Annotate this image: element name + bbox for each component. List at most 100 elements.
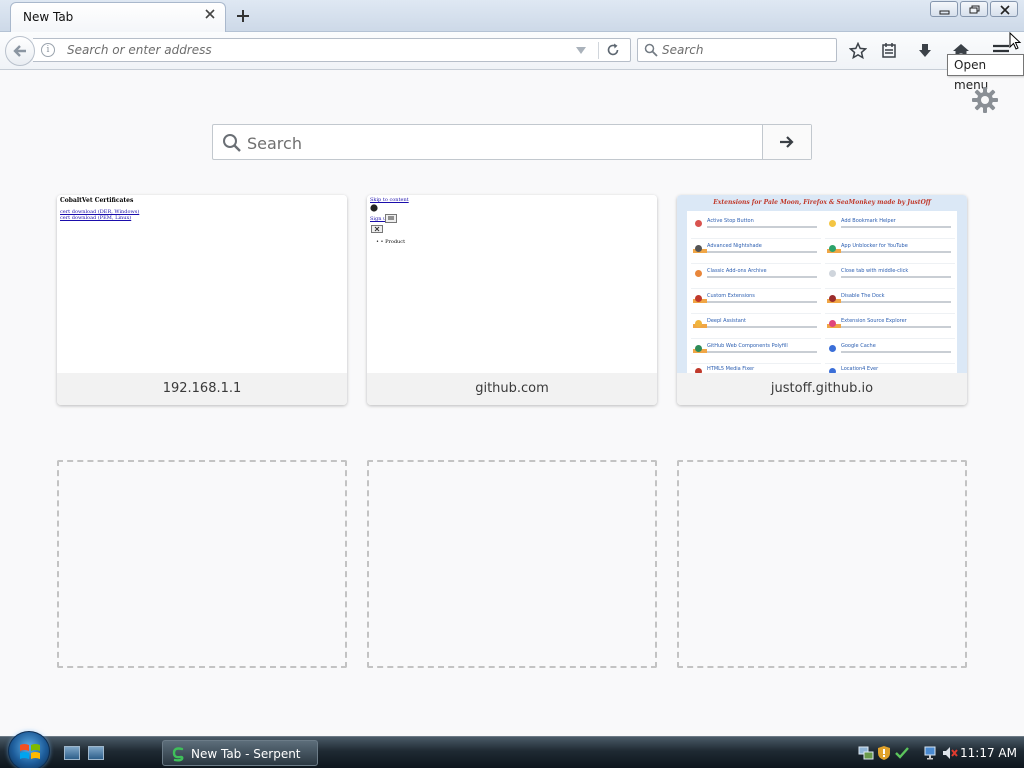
serpent-browser-icon [172,747,184,762]
bookmarks-menu-button[interactable] [878,40,900,62]
switch-windows-icon[interactable] [88,746,104,760]
addon-icon [829,270,836,277]
addon-desc [841,301,951,303]
taskbar-clock[interactable]: 11:17 AM [960,746,1017,760]
url-input[interactable] [67,40,567,60]
addon-desc [707,276,817,278]
addon-icon [695,320,702,327]
thumbnail-list-item: Close tab with middle-click [825,265,955,289]
close-icon[interactable] [203,9,217,23]
volume-muted-icon[interactable] [942,745,958,761]
addon-icon [829,320,836,327]
newtab-search-box[interactable] [212,124,812,160]
addon-name: Classic Add-ons Archive [707,268,767,274]
new-tab-button[interactable] [232,5,254,27]
security-shield-icon[interactable] [876,745,892,761]
tab-new-tab[interactable]: New Tab [10,2,226,32]
addon-desc [841,326,951,328]
addon-desc [707,251,817,253]
thumbnail-page: Extensions for Pale Moon, Firefox & SeaM… [677,195,967,375]
tile-label: 192.168.1.1 [57,373,347,405]
tab-strip: New Tab [0,0,1024,32]
addon-desc [707,226,817,228]
addon-name: Deepl Assistant [707,318,746,324]
thumbnail-title: Extensions for Pale Moon, Firefox & SeaM… [713,199,931,206]
window-controls [928,1,1018,17]
addon-icon [695,220,702,227]
thumbnail-list-item: Location4 Ever [825,363,955,375]
start-button[interactable] [8,731,50,768]
addon-icon [695,345,702,352]
thumbnail-list-item: Google Cache [825,340,955,364]
addon-desc [841,351,951,353]
network-icon[interactable] [858,745,874,761]
taskbar-item-serpent[interactable]: New Tab - Serpent [162,740,318,766]
addon-icon [695,245,702,252]
search-go-button[interactable] [762,125,811,159]
addon-name: HTML5 Media Fixer [707,366,755,372]
tile-label: github.com [367,373,657,405]
star-icon [849,42,867,60]
thumbnail-list-item: Extension Source Explorer [825,315,955,339]
top-site-tile[interactable]: Extensions for Pale Moon, Firefox & SeaM… [677,195,967,405]
minimize-button[interactable] [930,1,958,17]
tile-label: justoff.github.io [677,373,967,405]
menu-icon [385,214,397,223]
back-arrow-icon [13,45,26,57]
show-desktop-icon[interactable] [64,746,80,760]
thumbnail-list-item: GitHub Web Components Polyfill [691,340,821,364]
url-bar[interactable]: i [33,38,631,62]
addon-icon [695,295,702,302]
customize-gear-button[interactable] [971,86,999,118]
tile-thumbnail: Skip to content Sign up • • Product [367,195,657,373]
addon-desc [707,326,817,328]
bookmark-star-button[interactable] [847,40,869,62]
navigation-toolbar: i [0,32,1024,70]
addon-icon [695,270,702,277]
thumbnail-list-item: Custom Extensions [691,290,821,314]
network-connection-icon[interactable] [924,745,940,761]
addon-name: App Unblocker for YouTube [841,243,908,249]
addon-icon [829,295,836,302]
thumbnail-list-item: Advanced Nightshade [691,240,821,264]
empty-tile [57,460,347,668]
tab-title: New Tab [23,10,74,24]
tile-thumbnail: CobaltVet Certificates cert download (DE… [57,195,347,373]
back-button[interactable] [5,36,35,66]
thumbnail-list-item: HTML5 Media Fixer [691,363,821,375]
search-input[interactable] [662,40,832,60]
thumbnail-list-item: Active Stop Button [691,215,821,239]
addon-desc [841,276,951,278]
addon-name: Active Stop Button [707,218,754,224]
addon-name: Disable The Dock [841,293,885,299]
addon-desc [707,351,817,353]
downloads-button[interactable] [914,40,936,62]
newtab-search-input[interactable] [247,131,747,155]
windows-taskbar: New Tab - Serpent 11:17 AM [0,731,1024,768]
mouse-cursor-icon [1009,32,1022,50]
thumbnail-link: cert download (PEM, Linux) [60,215,132,221]
close-window-button[interactable] [990,1,1018,17]
github-logo-icon [370,204,378,212]
thumbnail-list-item: Deepl Assistant [691,315,821,339]
addon-name: Custom Extensions [707,293,755,299]
search-bar[interactable] [637,38,837,62]
reload-icon[interactable] [605,42,621,58]
checkmark-status-icon[interactable] [894,745,910,761]
addon-name: Google Cache [841,343,876,349]
addon-icon [829,220,836,227]
dropdown-arrow-icon[interactable] [576,47,586,54]
top-site-tile[interactable]: Skip to content Sign up • • Product gith… [367,195,657,405]
restore-button[interactable] [960,1,988,17]
top-site-tile[interactable]: CobaltVet Certificates cert download (DE… [57,195,347,405]
thumbnail-list-item: Disable The Dock [825,290,955,314]
info-icon[interactable]: i [41,43,55,57]
thumbnail-list-item: Classic Add-ons Archive [691,265,821,289]
addon-desc [841,226,951,228]
search-icon [223,134,241,152]
search-icon [644,43,658,57]
bookmarks-list-icon [882,43,896,58]
addon-name: Advanced Nightshade [707,243,762,249]
thumbnail-item: • • Product [376,239,406,245]
thumbnail-list-item: App Unblocker for YouTube [825,240,955,264]
